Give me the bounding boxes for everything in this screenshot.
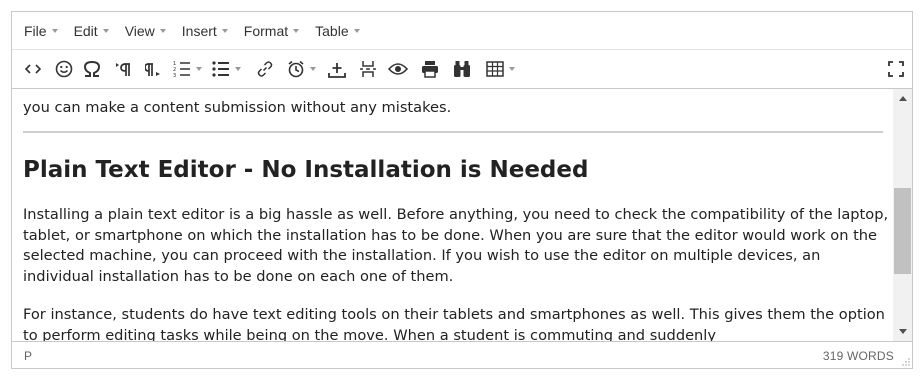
left-to-right-button[interactable]: [110, 50, 136, 88]
content-paragraph: For instance, students do have text edit…: [23, 306, 885, 341]
ltr-icon: [116, 63, 130, 76]
menu-format[interactable]: Format: [243, 22, 300, 39]
chevron-down-icon: [309, 67, 316, 71]
horizontal-rule: [23, 131, 883, 133]
search-replace-button[interactable]: [448, 50, 476, 88]
menu-format-label: Format: [243, 22, 289, 39]
resize-handle-icon[interactable]: [902, 358, 910, 366]
menu-file-label: File: [24, 22, 47, 39]
content-paragraph-partial: you can make a content submission withou…: [23, 99, 452, 116]
insert-upload-button[interactable]: [324, 50, 350, 88]
menu-file[interactable]: File: [24, 23, 58, 39]
print-button[interactable]: [416, 50, 444, 88]
search-replace-icon: [454, 61, 470, 77]
link-icon: [257, 61, 273, 77]
toolbar: 123: [12, 49, 912, 89]
text-editor: File Edit View Insert Format Table 123 y…: [11, 11, 913, 369]
page-break-icon: [360, 61, 376, 77]
numbered-list-icon: 123: [173, 61, 190, 78]
chevron-down-icon: [234, 67, 241, 71]
bullet-list-button[interactable]: [208, 50, 244, 88]
arrow-up-icon: [898, 96, 907, 101]
fullscreen-button[interactable]: [884, 50, 908, 88]
statusbar: P 319 WORDS: [12, 341, 912, 368]
scroll-up-button[interactable]: [893, 89, 912, 108]
numbered-list-button[interactable]: 123: [170, 50, 204, 88]
preview-icon: [388, 63, 408, 75]
page-break-button[interactable]: [354, 50, 382, 88]
emoticons-button[interactable]: [50, 50, 78, 88]
chevron-down-icon: [353, 28, 360, 33]
table-button[interactable]: [480, 50, 520, 88]
print-icon: [422, 61, 438, 78]
content-heading: Plain Text Editor - No Installation is N…: [23, 157, 589, 183]
emoticons-icon: [55, 60, 73, 78]
menu-table[interactable]: Table: [315, 22, 360, 39]
chevron-down-icon: [221, 28, 228, 33]
menubar: File Edit View Insert Format Table: [12, 12, 912, 49]
insert-upload-icon: [328, 63, 346, 78]
chevron-down-icon: [51, 28, 58, 33]
chevron-down-icon: [159, 28, 166, 33]
chevron-down-icon: [293, 28, 300, 33]
menu-edit-label: Edit: [73, 22, 98, 39]
menu-edit[interactable]: Edit: [74, 23, 109, 39]
menu-insert[interactable]: Insert: [182, 23, 228, 39]
scroll-thumb[interactable]: [894, 188, 911, 274]
rtl-icon: [145, 63, 160, 76]
insert-link-button[interactable]: [252, 50, 278, 88]
table-icon: [485, 61, 504, 77]
content-paragraph: Installing a plain text editor is a big …: [23, 206, 889, 285]
menu-view[interactable]: View: [125, 23, 166, 39]
menu-table-label: Table: [315, 22, 349, 39]
editor-content-area[interactable]: you can make a content submission withou…: [12, 89, 893, 341]
chevron-down-icon: [195, 67, 202, 71]
scroll-down-button[interactable]: [893, 322, 912, 341]
bullet-list-icon: [211, 61, 229, 77]
preview-button[interactable]: [384, 50, 412, 88]
svg-text:3: 3: [173, 73, 176, 78]
arrow-down-icon: [898, 329, 907, 334]
menu-view-label: View: [124, 22, 155, 39]
fullscreen-icon: [888, 61, 904, 77]
menu-insert-label: Insert: [181, 22, 217, 39]
vertical-scrollbar[interactable]: [893, 89, 912, 341]
special-char-icon: [83, 60, 101, 77]
chevron-down-icon: [508, 67, 515, 71]
right-to-left-button[interactable]: [140, 50, 166, 88]
chevron-down-icon: [102, 28, 109, 33]
source-code-button[interactable]: [20, 50, 46, 88]
element-path[interactable]: P: [24, 349, 32, 363]
special-character-button[interactable]: [78, 50, 106, 88]
code-icon: [25, 64, 41, 74]
word-count: 319 WORDS: [822, 349, 894, 363]
insert-time-icon: [287, 60, 304, 78]
insert-time-button[interactable]: [284, 50, 318, 88]
